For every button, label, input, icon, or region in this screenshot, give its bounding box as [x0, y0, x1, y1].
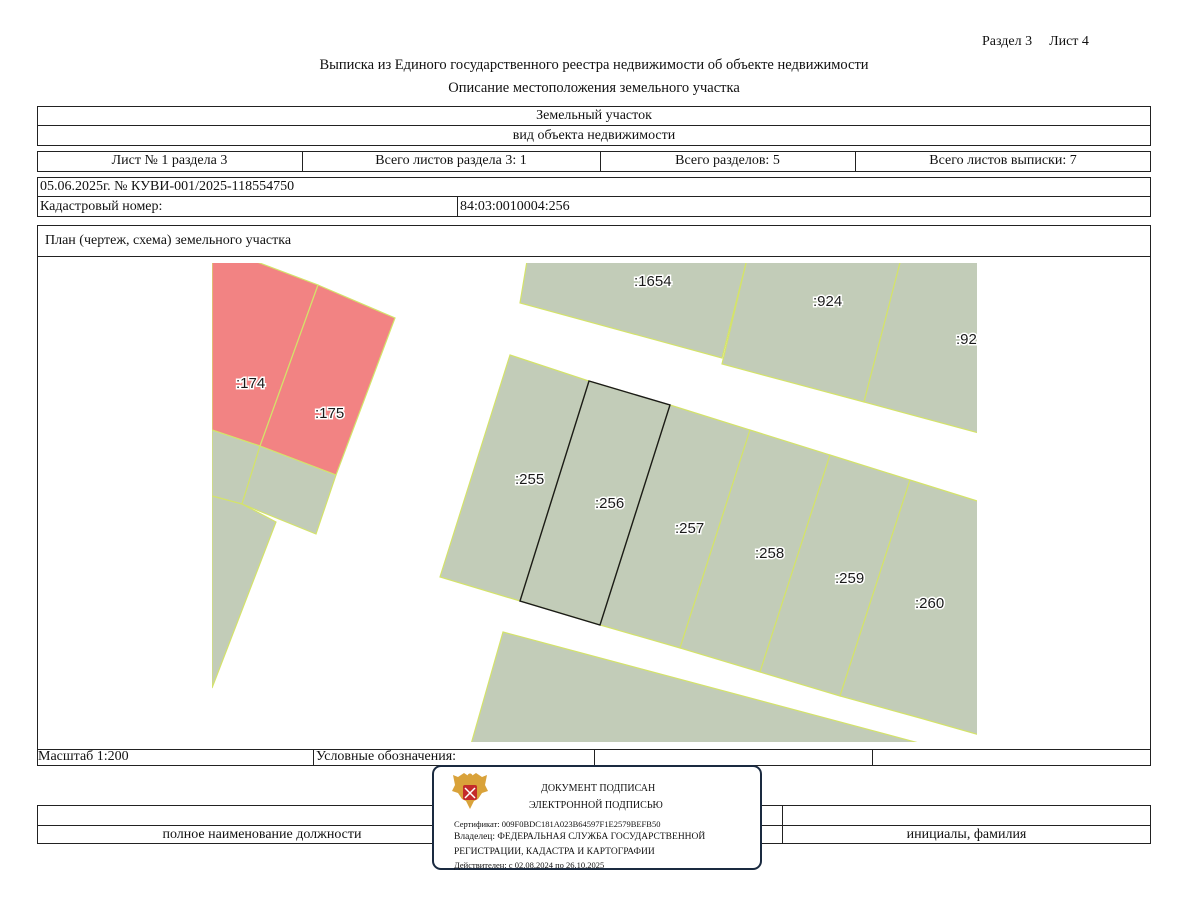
- parcel-label-259: :259: [835, 570, 864, 587]
- name-caption: инициалы, фамилия: [906, 827, 1027, 842]
- parcel-label-260: :260: [915, 595, 944, 612]
- parcel-label-175: :175: [315, 405, 344, 422]
- stamp-signed-line2: ЭЛЕКТРОННОЙ ПОДПИСЬЮ: [529, 800, 663, 811]
- parcel-label-256: :256: [595, 495, 624, 512]
- parcel-label-174: :174: [236, 375, 265, 392]
- stamp-owner-line2: РЕГИСТРАЦИИ, КАДАСТРА И КАРТОГРАФИИ: [454, 847, 655, 857]
- parcel-left-strip: [212, 495, 277, 689]
- parcel-1654: [519, 263, 747, 359]
- stamp-validity: Действителен: с 02.08.2024 по 26.10.2025: [454, 860, 605, 870]
- russian-eagle-emblem-icon: [452, 773, 488, 809]
- parcel-label-92: :92: [956, 331, 977, 348]
- stamp-owner-line1: Владелец: ФЕДЕРАЛЬНАЯ СЛУЖБА ГОСУДАРСТВЕ…: [454, 832, 706, 842]
- electronic-signature-stamp: ДОКУМЕНТ ПОДПИСАН ЭЛЕКТРОННОЙ ПОДПИСЬЮ С…: [432, 765, 762, 870]
- parcel-label-924: :924: [813, 293, 842, 310]
- parcel-label-258: :258: [755, 545, 784, 562]
- parcel-label-1654: :1654: [634, 273, 672, 290]
- stamp-signed-line1: ДОКУМЕНТ ПОДПИСАН: [541, 783, 656, 794]
- parcel-label-255: :255: [515, 471, 544, 488]
- position-caption: полное наименование должности: [162, 827, 362, 842]
- stamp-certificate: Сертификат: 009F0BDC181A023B64597F1E2579…: [454, 819, 661, 829]
- parcel-label-257: :257: [675, 520, 704, 537]
- scale-label: Масштаб 1:200: [38, 749, 129, 764]
- legend-label: Условные обозначения:: [316, 749, 457, 764]
